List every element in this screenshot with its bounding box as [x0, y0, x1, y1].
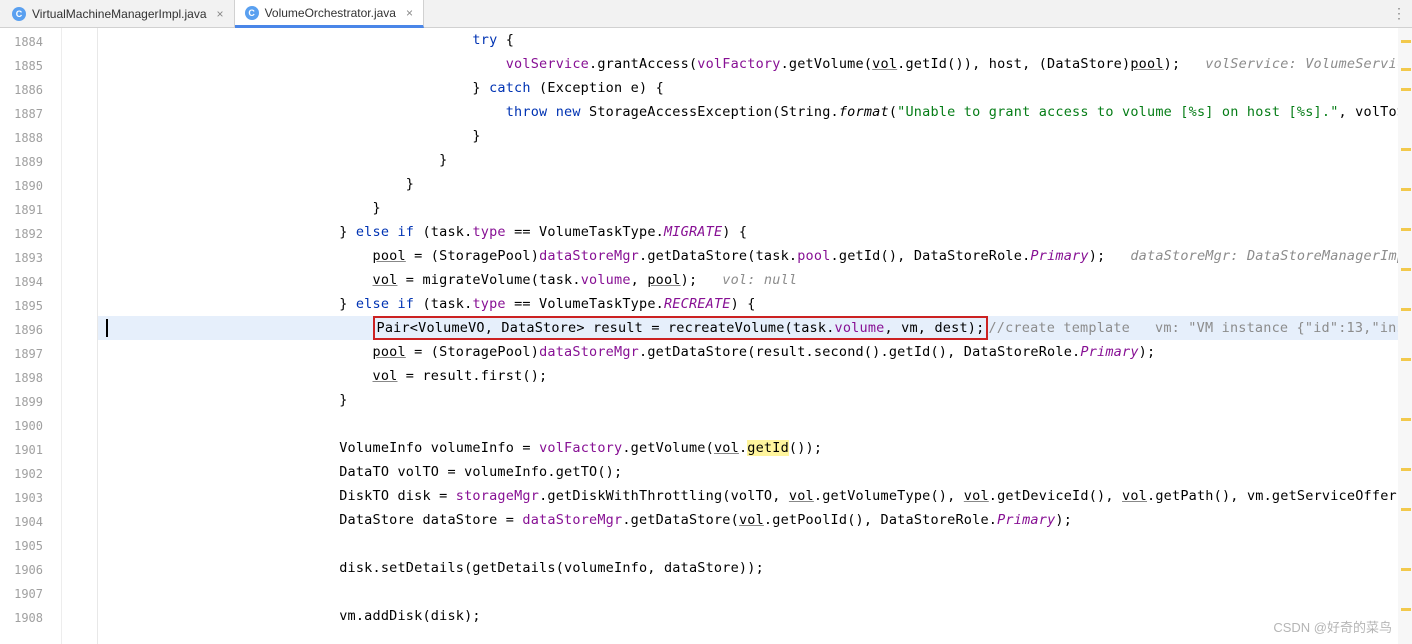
- highlight-box: Pair<VolumeVO, DataStore> result = recre…: [373, 316, 989, 340]
- editor-tabs: C VirtualMachineManagerImpl.java × C Vol…: [0, 0, 1412, 28]
- code-line[interactable]: }: [98, 388, 1412, 412]
- stripe-mark[interactable]: [1401, 188, 1411, 191]
- code-line[interactable]: vol = migrateVolume(task.volume, pool); …: [98, 268, 1412, 292]
- line-number[interactable]: 1884: [0, 30, 61, 54]
- stripe-mark[interactable]: [1401, 468, 1411, 471]
- line-number[interactable]: 1908: [0, 606, 61, 630]
- watermark-text: CSDN @好奇的菜鸟: [1273, 617, 1392, 636]
- code-line[interactable]: } else if (task.type == VolumeTaskType.M…: [98, 220, 1412, 244]
- line-number-gutter[interactable]: 1884188518861887188818891890189118921893…: [0, 28, 62, 644]
- fold-gutter[interactable]: [62, 28, 98, 644]
- code-line[interactable]: VolumeInfo volumeInfo = volFactory.getVo…: [98, 436, 1412, 460]
- code-line[interactable]: pool = (StoragePool)dataStoreMgr.getData…: [98, 340, 1412, 364]
- line-number[interactable]: 1904: [0, 510, 61, 534]
- stripe-mark[interactable]: [1401, 358, 1411, 361]
- line-number[interactable]: 1891: [0, 198, 61, 222]
- line-number[interactable]: 1885: [0, 54, 61, 78]
- line-number[interactable]: 1894: [0, 270, 61, 294]
- line-number[interactable]: 1901: [0, 438, 61, 462]
- code-line[interactable]: DataStore dataStore = dataStoreMgr.getDa…: [98, 508, 1412, 532]
- line-number[interactable]: 1905: [0, 534, 61, 558]
- stripe-mark[interactable]: [1401, 148, 1411, 151]
- code-line[interactable]: }: [98, 124, 1412, 148]
- tab-label: VolumeOrchestrator.java: [265, 6, 396, 20]
- tab-virtualmachinemanagerimpl[interactable]: C VirtualMachineManagerImpl.java ×: [2, 0, 235, 28]
- code-line[interactable]: disk.setDetails(getDetails(volumeInfo, d…: [98, 556, 1412, 580]
- tab-volumeorchestrator[interactable]: C VolumeOrchestrator.java ×: [235, 0, 424, 28]
- code-line[interactable]: } else if (task.type == VolumeTaskType.R…: [98, 292, 1412, 316]
- code-line[interactable]: [98, 580, 1412, 604]
- line-number[interactable]: 1887: [0, 102, 61, 126]
- line-number[interactable]: 1895: [0, 294, 61, 318]
- line-number[interactable]: 1886: [0, 78, 61, 102]
- close-icon[interactable]: ×: [406, 6, 413, 20]
- line-number[interactable]: 1900: [0, 414, 61, 438]
- code-line[interactable]: throw new StorageAccessException(String.…: [98, 100, 1412, 124]
- code-area[interactable]: try { volService.grantAccess(volFactory.…: [98, 28, 1412, 644]
- java-class-icon: C: [245, 6, 259, 20]
- code-line[interactable]: }: [98, 196, 1412, 220]
- stripe-mark[interactable]: [1401, 568, 1411, 571]
- stripe-mark[interactable]: [1401, 608, 1411, 611]
- error-stripe[interactable]: [1398, 28, 1412, 644]
- line-number[interactable]: 1902: [0, 462, 61, 486]
- code-line[interactable]: } catch (Exception e) {: [98, 76, 1412, 100]
- tab-label: VirtualMachineManagerImpl.java: [32, 7, 207, 21]
- line-number[interactable]: 1890: [0, 174, 61, 198]
- code-line[interactable]: [98, 412, 1412, 436]
- more-menu-icon[interactable]: ⋮: [1392, 6, 1406, 22]
- stripe-mark[interactable]: [1401, 508, 1411, 511]
- line-number[interactable]: 1898: [0, 366, 61, 390]
- line-number[interactable]: 1903: [0, 486, 61, 510]
- stripe-mark[interactable]: [1401, 88, 1411, 91]
- stripe-mark[interactable]: [1401, 68, 1411, 71]
- editor: 1884188518861887188818891890189118921893…: [0, 28, 1412, 644]
- code-line[interactable]: DiskTO disk = storageMgr.getDiskWithThro…: [98, 484, 1412, 508]
- stripe-mark[interactable]: [1401, 228, 1411, 231]
- code-line[interactable]: vm.addDisk(disk);: [98, 604, 1412, 628]
- line-number[interactable]: 1899: [0, 390, 61, 414]
- stripe-mark[interactable]: [1401, 40, 1411, 43]
- code-line[interactable]: volService.grantAccess(volFactory.getVol…: [98, 52, 1412, 76]
- line-number[interactable]: 1889: [0, 150, 61, 174]
- line-number[interactable]: 1906: [0, 558, 61, 582]
- code-line[interactable]: DataTO volTO = volumeInfo.getTO();: [98, 460, 1412, 484]
- code-line[interactable]: }: [98, 172, 1412, 196]
- code-line[interactable]: try {: [98, 28, 1412, 52]
- code-line[interactable]: pool = (StoragePool)dataStoreMgr.getData…: [98, 244, 1412, 268]
- stripe-mark[interactable]: [1401, 308, 1411, 311]
- line-number[interactable]: 1896: [0, 318, 61, 342]
- line-number[interactable]: 1907: [0, 582, 61, 606]
- line-number[interactable]: 1893: [0, 246, 61, 270]
- code-line-current[interactable]: Pair<VolumeVO, DataStore> result = recre…: [98, 316, 1412, 340]
- line-number[interactable]: 1892: [0, 222, 61, 246]
- code-line[interactable]: }: [98, 148, 1412, 172]
- stripe-mark[interactable]: [1401, 268, 1411, 271]
- code-line[interactable]: [98, 532, 1412, 556]
- line-number[interactable]: 1897: [0, 342, 61, 366]
- close-icon[interactable]: ×: [217, 7, 224, 21]
- code-line[interactable]: vol = result.first();: [98, 364, 1412, 388]
- line-number[interactable]: 1888: [0, 126, 61, 150]
- stripe-mark[interactable]: [1401, 418, 1411, 421]
- java-class-icon: C: [12, 7, 26, 21]
